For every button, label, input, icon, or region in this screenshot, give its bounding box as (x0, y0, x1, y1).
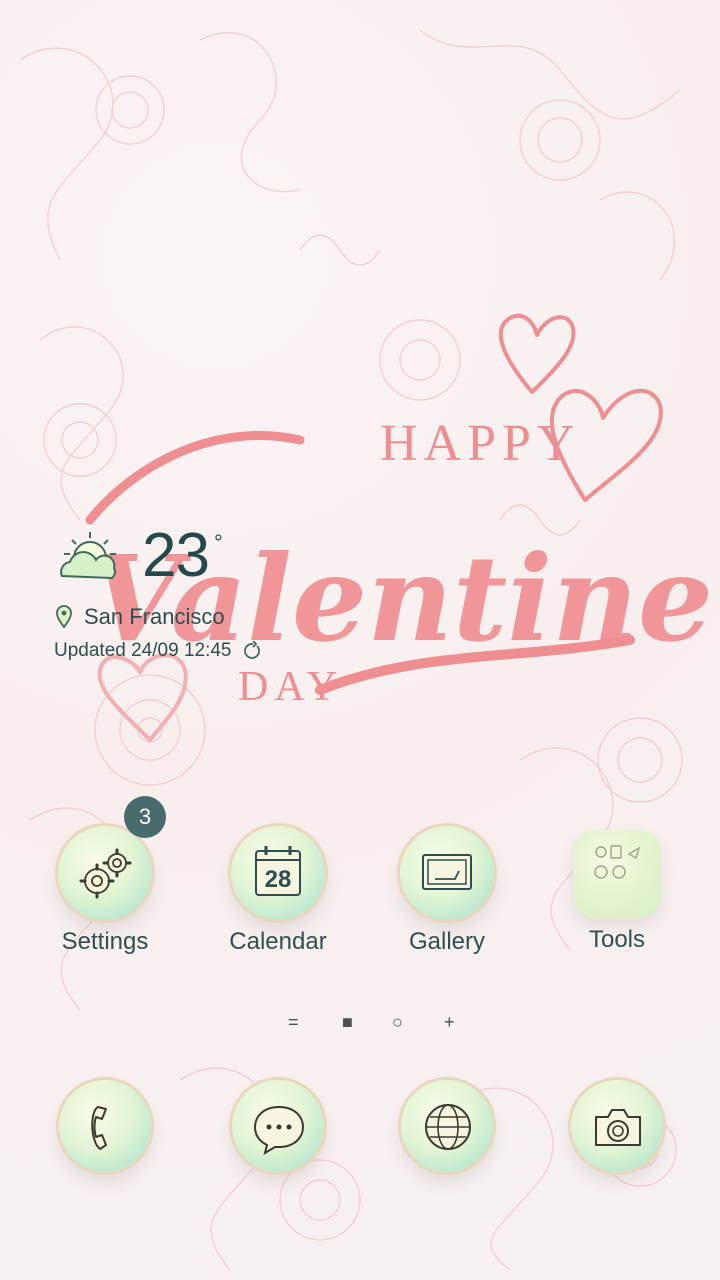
calendar-date: 28 (265, 866, 292, 893)
day-text: DAY (238, 664, 343, 710)
partly-cloudy-icon (60, 532, 116, 580)
location-name: San Francisco (84, 604, 225, 629)
heart-icon (498, 313, 576, 394)
app-calendar-icon-wrap: 28 (231, 826, 325, 920)
app-tools-icon-wrap (573, 830, 661, 918)
app-label: Gallery (408, 928, 486, 955)
dock-camera[interactable] (547, 1080, 687, 1172)
dock-messages[interactable] (208, 1080, 348, 1172)
dock-messages-icon-wrap (232, 1080, 324, 1172)
app-label: Tools (588, 926, 646, 953)
app-label: Settings (61, 928, 149, 955)
add-page-icon: + (444, 1012, 455, 1032)
heart-icon (549, 388, 663, 502)
tools-folder-icon (594, 845, 641, 879)
dock-browser-icon-wrap (401, 1080, 493, 1172)
browser-globe-icon (425, 1104, 471, 1150)
gallery-icon (422, 854, 472, 890)
current-page-icon: ○ (392, 1012, 403, 1032)
home-page-icon: ■ (342, 1012, 353, 1032)
app-gallery[interactable]: Gallery (377, 826, 517, 956)
dock-phone[interactable] (35, 1080, 175, 1172)
calendar-icon: 28 (255, 846, 301, 896)
location-pin-icon (56, 605, 72, 629)
menu-page-icon: = (288, 1012, 299, 1032)
page-indicator[interactable]: = ■ ○ + (280, 1012, 480, 1036)
app-tools-folder[interactable]: Tools (547, 830, 687, 954)
dock-browser[interactable] (377, 1080, 517, 1172)
dock-phone-icon-wrap (59, 1080, 151, 1172)
phone-icon (91, 1106, 107, 1150)
app-calendar[interactable]: 28 Calendar (208, 826, 348, 956)
weather-widget[interactable]: 23 ° San Francisco Updated 24/09 12:45 (54, 520, 354, 670)
app-gallery-icon-wrap (400, 826, 494, 920)
messages-icon (253, 1105, 305, 1156)
app-settings[interactable]: 3 Settings (35, 796, 175, 956)
refresh-icon[interactable] (242, 641, 262, 661)
camera-icon (595, 1109, 641, 1146)
notification-badge: 3 (124, 796, 166, 838)
degree-symbol: ° (214, 530, 223, 555)
updated-time: Updated 24/09 12:45 (54, 640, 232, 661)
updated-row: Updated 24/09 12:45 (54, 640, 262, 662)
temperature: 23 (142, 521, 210, 590)
gears-icon (79, 848, 132, 899)
happy-text: HAPPY (380, 415, 581, 472)
app-label: Calendar (229, 928, 327, 955)
location-row: San Francisco (54, 604, 225, 630)
app-settings-icon-wrap: 3 (58, 796, 166, 920)
dock-camera-icon-wrap (571, 1080, 663, 1172)
